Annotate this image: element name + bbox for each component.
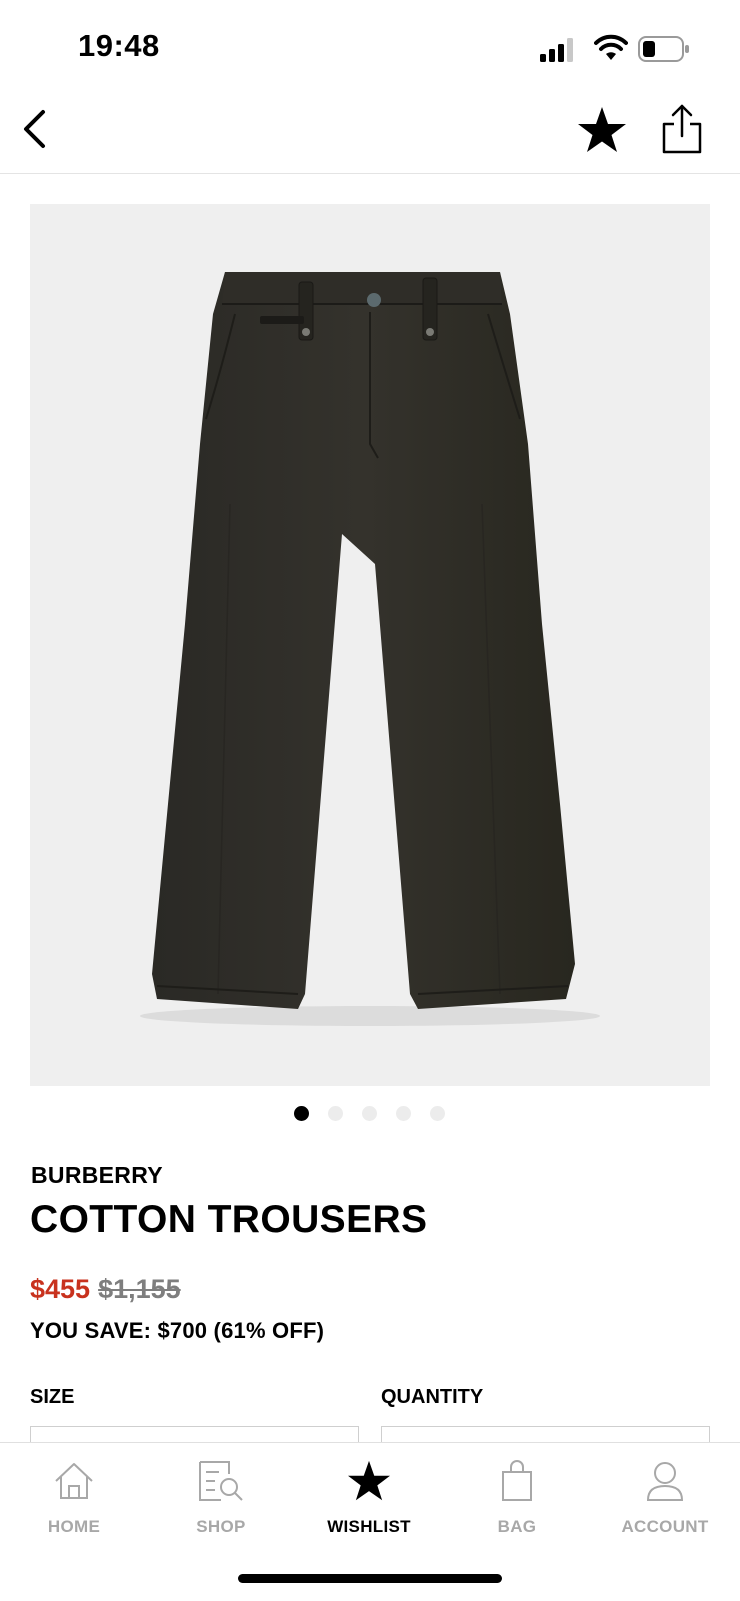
battery-icon bbox=[638, 36, 689, 62]
sale-price: $455 bbox=[30, 1274, 91, 1304]
original-price: $1,155 bbox=[98, 1274, 181, 1304]
product-brand[interactable]: BURBERRY bbox=[31, 1162, 163, 1189]
share-icon bbox=[662, 104, 702, 154]
pagination-dot[interactable] bbox=[362, 1106, 377, 1121]
tab-label: HOME bbox=[47, 1517, 101, 1536]
size-label: SIZE bbox=[30, 1386, 75, 1408]
home-icon bbox=[50, 1457, 98, 1505]
tab-bag[interactable]: BAG bbox=[462, 1457, 572, 1537]
tab-shop[interactable]: SHOP bbox=[166, 1457, 276, 1537]
tab-label: ACCOUNT bbox=[621, 1517, 709, 1536]
price-row: $455 $1,155 bbox=[30, 1274, 181, 1305]
share-button[interactable] bbox=[658, 100, 706, 158]
home-indicator bbox=[238, 1574, 502, 1583]
product-image[interactable] bbox=[30, 204, 710, 1086]
status-time: 19:48 bbox=[78, 28, 160, 63]
quantity-label: QUANTITY bbox=[381, 1386, 484, 1408]
pagination-dot[interactable] bbox=[328, 1106, 343, 1121]
tab-label: WISHLIST bbox=[327, 1517, 411, 1536]
tab-label: BAG bbox=[497, 1517, 537, 1536]
tab-account[interactable]: ACCOUNT bbox=[610, 1457, 720, 1537]
pagination-dot[interactable] bbox=[294, 1106, 309, 1121]
trousers-image bbox=[140, 272, 600, 1026]
star-icon bbox=[345, 1457, 393, 1505]
tab-wishlist[interactable]: WISHLIST bbox=[314, 1457, 424, 1537]
tab-home[interactable]: HOME bbox=[19, 1457, 129, 1537]
pagination-dot[interactable] bbox=[396, 1106, 411, 1121]
wifi-icon bbox=[594, 34, 628, 60]
chevron-left-icon bbox=[24, 110, 45, 148]
shop-icon bbox=[197, 1457, 245, 1505]
pagination-dot[interactable] bbox=[430, 1106, 445, 1121]
tab-label: SHOP bbox=[196, 1517, 246, 1536]
wishlist-toggle-button[interactable] bbox=[576, 104, 628, 156]
cellular-signal-icon bbox=[540, 38, 573, 62]
savings-text: YOU SAVE: $700 (61% OFF) bbox=[30, 1318, 325, 1343]
account-icon bbox=[641, 1457, 689, 1505]
star-filled-icon bbox=[578, 107, 626, 152]
nav-divider bbox=[0, 173, 740, 174]
image-pagination bbox=[294, 1106, 445, 1121]
back-button[interactable] bbox=[14, 104, 54, 154]
product-title: COTTON TROUSERS bbox=[30, 1198, 428, 1241]
bag-icon bbox=[493, 1457, 541, 1505]
